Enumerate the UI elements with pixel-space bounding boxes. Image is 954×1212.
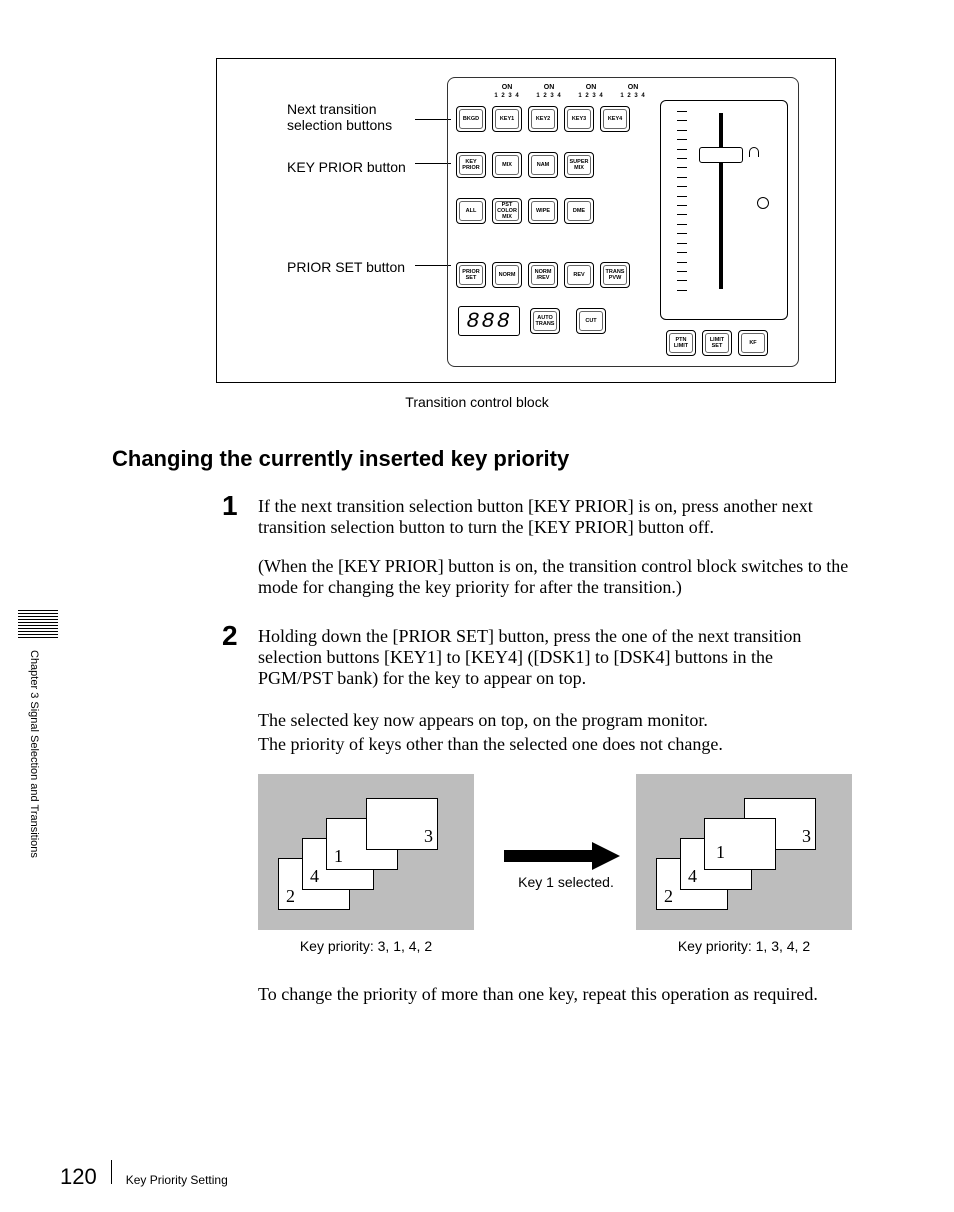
step-2-p1: Holding down the [PRIOR SET] button, pre… [258, 626, 852, 689]
fader-track-icon [719, 113, 723, 289]
panel-button: CUT [576, 308, 606, 334]
panel-button: DME [564, 198, 594, 224]
step-2-p3: The priority of keys other than the sele… [258, 734, 852, 755]
transition-control-diagram: Next transition selection buttons KEY PR… [216, 58, 836, 383]
panel-button: NORM [492, 262, 522, 288]
num-header: 1 2 3 4 [534, 93, 564, 99]
footer-section: Key Priority Setting [126, 1173, 228, 1187]
fader-knob-icon [757, 197, 769, 209]
key-label: 1 [334, 846, 343, 867]
control-panel: ON ON ON ON 1 2 3 4 1 2 3 4 1 2 3 4 1 2 … [447, 77, 799, 367]
priority-panel-right: 2 4 1 3 [636, 774, 852, 930]
fader-handle-icon [699, 147, 743, 163]
panel-button: PTN LIMIT [666, 330, 696, 356]
panel-button: KEY2 [528, 106, 558, 132]
panel-button: AUTO TRANS [530, 308, 560, 334]
panel-button: NORM /REV [528, 262, 558, 288]
chapter-label: Chapter 3 Signal Selection and Transitio… [28, 650, 40, 858]
on-header: ON [492, 84, 522, 91]
panel-button: PRIOR SET [456, 262, 486, 288]
arrow-label: Key 1 selected. [496, 874, 636, 890]
key-label: 3 [802, 826, 811, 847]
section-heading: Changing the currently inserted key prio… [112, 446, 569, 472]
panel-button: KEY PRIOR [456, 152, 486, 178]
page-footer: 120 Key Priority Setting [60, 1160, 228, 1190]
panel-button: KEY4 [600, 106, 630, 132]
step-number-1: 1 [222, 490, 238, 522]
seven-segment-display: 888 [458, 306, 520, 336]
num-header: 1 2 3 4 [576, 93, 606, 99]
step-2-p2: The selected key now appears on top, on … [258, 710, 852, 731]
panel-button: SUPER MIX [564, 152, 594, 178]
num-header: 1 2 3 4 [492, 93, 522, 99]
footer-divider-icon [111, 1160, 112, 1184]
priority-caption-left: Key priority: 3, 1, 4, 2 [258, 938, 474, 954]
key-label: 2 [664, 886, 673, 907]
on-header: ON [576, 84, 606, 91]
closing-paragraph: To change the priority of more than one … [258, 984, 852, 1005]
priority-caption-right: Key priority: 1, 3, 4, 2 [636, 938, 852, 954]
key-label: 3 [424, 826, 433, 847]
panel-button: KF [738, 330, 768, 356]
panel-button: PST COLOR MIX [492, 198, 522, 224]
label-prior-set-button: PRIOR SET button [287, 259, 406, 275]
panel-button: NAM [528, 152, 558, 178]
panel-button: MIX [492, 152, 522, 178]
on-header: ON [534, 84, 564, 91]
panel-button: TRANS PVW [600, 262, 630, 288]
panel-button: REV [564, 262, 594, 288]
fader-ticks-icon [677, 111, 687, 291]
fader-area [660, 100, 788, 320]
step-1-p1: If the next transition selection button … [258, 496, 852, 538]
priority-panel-left: 2 4 1 3 [258, 774, 474, 930]
step-number-2: 2 [222, 620, 238, 652]
key-label: 4 [688, 866, 697, 887]
on-header: ON [618, 84, 648, 91]
panel-button: KEY3 [564, 106, 594, 132]
panel-button: WIPE [528, 198, 558, 224]
num-header: 1 2 3 4 [618, 93, 648, 99]
key-label: 4 [310, 866, 319, 887]
priority-diagram: 2 4 1 3 Key priority: 3, 1, 4, 2 Key 1 s… [258, 774, 852, 962]
panel-button: ALL [456, 198, 486, 224]
page-number: 120 [60, 1164, 97, 1190]
panel-button: KEY1 [492, 106, 522, 132]
panel-button: BKGD [456, 106, 486, 132]
label-next-transition: Next transition [287, 101, 376, 117]
sidebar-lines-icon [18, 610, 58, 640]
chapter-sidebar: Chapter 3 Signal Selection and Transitio… [28, 610, 48, 950]
fader-cap-icon [749, 147, 759, 157]
label-key-prior-button: KEY PRIOR button [287, 159, 406, 175]
arrow-icon [504, 846, 624, 866]
diagram-caption: Transition control block [0, 394, 954, 410]
key-label: 2 [286, 886, 295, 907]
step-1-p2: (When the [KEY PRIOR] button is on, the … [258, 556, 852, 598]
panel-button: LIMIT SET [702, 330, 732, 356]
key-label: 1 [716, 842, 725, 863]
label-selection-buttons: selection buttons [287, 117, 392, 133]
